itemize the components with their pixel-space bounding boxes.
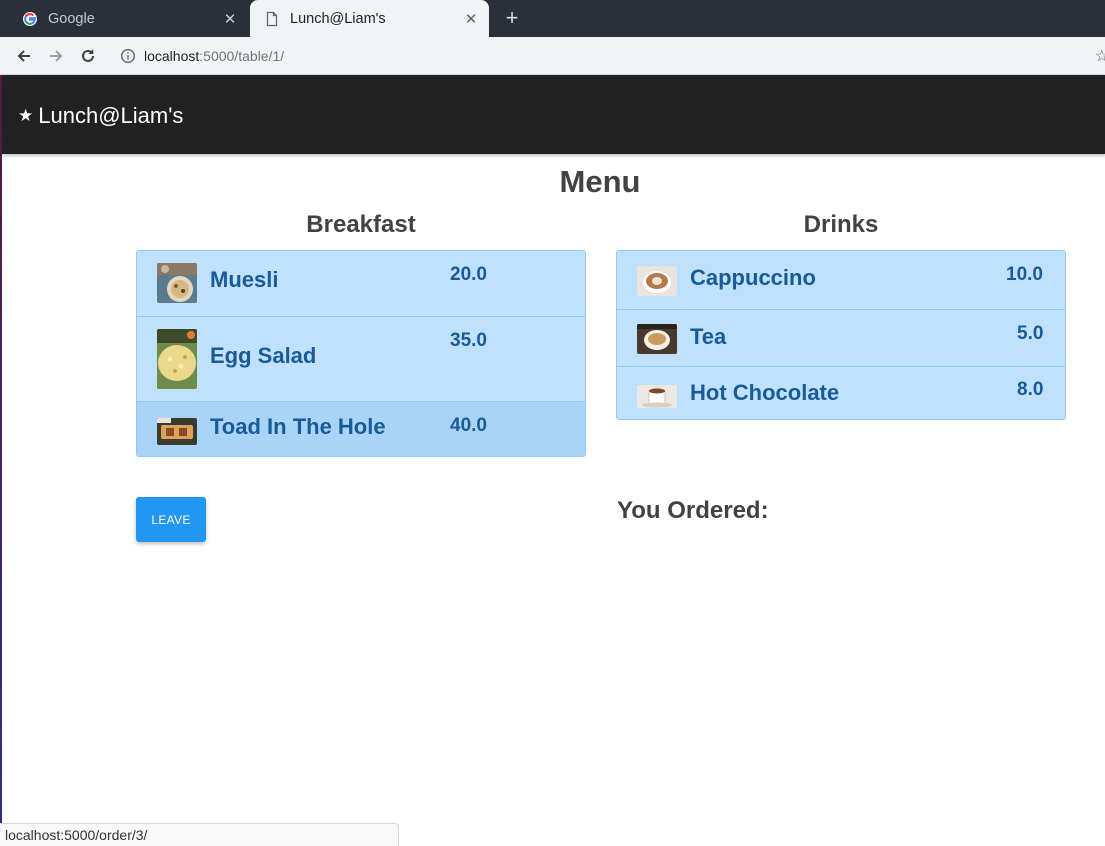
star-outline-icon[interactable]: ☆	[1095, 46, 1105, 66]
tea-image	[637, 324, 677, 354]
info-icon[interactable]	[120, 48, 136, 64]
egg-salad-image	[157, 329, 197, 389]
app-navbar: ★ Lunch@Liam's	[2, 75, 1105, 154]
drinks-list: Cappuccino 10.0 Tea 5.0 Hot Chocolate 8.…	[616, 250, 1066, 420]
toad-in-the-hole-image	[157, 418, 197, 445]
page-title: Menu	[559, 164, 641, 199]
breakfast-list: Muesli 20.0 Egg Salad 35.0 Toad In The H…	[136, 250, 586, 457]
address-bar[interactable]: localhost:5000/table/1/	[112, 41, 1105, 71]
url-path: :5000/table/1/	[199, 48, 285, 64]
star-icon: ★	[18, 106, 34, 125]
drinks-heading: Drinks	[803, 211, 879, 238]
item-name: Muesli	[210, 267, 279, 292]
item-price: 35.0	[450, 330, 487, 351]
menu-item-egg-salad[interactable]: Egg Salad 35.0	[137, 316, 585, 401]
brand-link[interactable]: ★ Lunch@Liam's	[18, 103, 183, 129]
browser-tab-strip: Google ✕ Lunch@Liam's ✕ +	[0, 0, 1105, 37]
tab-title: Google	[48, 10, 95, 27]
google-icon	[23, 11, 37, 26]
new-tab-icon[interactable]: +	[500, 6, 524, 30]
item-price: 40.0	[450, 415, 487, 436]
menu-item-cappuccino[interactable]: Cappuccino 10.0	[617, 251, 1065, 309]
url-host: localhost	[144, 48, 200, 64]
tab-lunch-at-liams[interactable]: Lunch@Liam's ✕	[250, 0, 489, 37]
browser-toolbar: localhost:5000/table/1/ ☆	[0, 37, 1105, 75]
cappuccino-image	[637, 266, 677, 296]
ordered-heading: You Ordered:	[617, 497, 769, 524]
arrow-left-icon[interactable]	[12, 44, 36, 68]
close-icon[interactable]: ✕	[222, 10, 238, 28]
menu-item-tea[interactable]: Tea 5.0	[617, 309, 1065, 366]
item-name: Tea	[690, 324, 727, 349]
breakfast-heading: Breakfast	[306, 211, 416, 238]
reload-icon[interactable]	[76, 44, 100, 68]
status-bar: localhost:5000/order/3/	[0, 823, 399, 846]
item-price: 8.0	[1017, 379, 1044, 400]
tab-google[interactable]: Google ✕	[8, 0, 248, 37]
menu-item-hot-chocolate[interactable]: Hot Chocolate 8.0	[617, 366, 1065, 419]
hot-chocolate-image	[637, 385, 677, 408]
menu-item-toad-in-the-hole[interactable]: Toad In The Hole 40.0	[137, 401, 585, 456]
menu-item-muesli[interactable]: Muesli 20.0	[137, 251, 585, 316]
item-name: Cappuccino	[690, 265, 816, 290]
tab-title: Lunch@Liam's	[290, 10, 386, 27]
leave-button[interactable]: LEAVE	[136, 497, 206, 542]
brand-name: Lunch@Liam's	[38, 103, 184, 128]
item-name: Toad In The Hole	[210, 414, 386, 439]
item-price: 10.0	[1006, 264, 1043, 285]
page-icon	[266, 11, 278, 26]
item-price: 5.0	[1017, 323, 1044, 344]
item-price: 20.0	[450, 264, 487, 285]
item-name: Hot Chocolate	[690, 380, 840, 405]
close-icon[interactable]: ✕	[463, 10, 479, 28]
muesli-image	[157, 263, 197, 303]
arrow-right-icon[interactable]	[44, 44, 68, 68]
item-name: Egg Salad	[210, 343, 317, 368]
